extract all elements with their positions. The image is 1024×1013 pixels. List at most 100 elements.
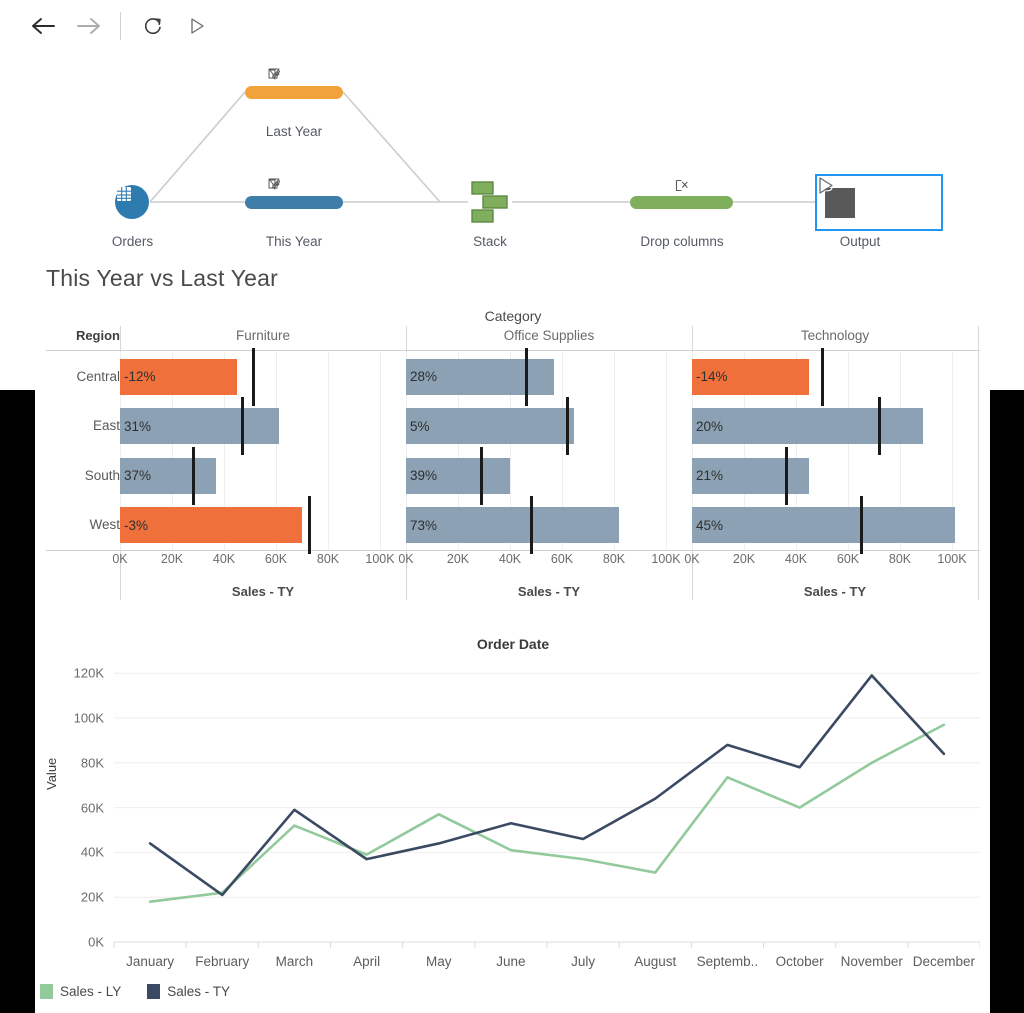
bullet-bar[interactable]: 5% bbox=[406, 408, 574, 444]
edit-field-icon bbox=[268, 68, 280, 80]
bullet-x-axis: 0K20K40K60K80K100K bbox=[120, 552, 406, 572]
arrow-left-icon bbox=[31, 16, 57, 36]
flow-node-orders-label: Orders bbox=[75, 234, 190, 249]
bullet-x-tick: 60K bbox=[837, 552, 859, 566]
line-chart-svg bbox=[46, 630, 980, 970]
line-y-tick: 120K bbox=[46, 666, 104, 681]
bullet-reference-line bbox=[308, 496, 311, 554]
bullet-bar[interactable]: 73% bbox=[406, 507, 619, 543]
bullet-bar[interactable]: 20% bbox=[692, 408, 923, 444]
legend-item[interactable]: Sales - LY bbox=[40, 984, 121, 999]
bullet-bar-label: 5% bbox=[406, 419, 430, 434]
bullet-bar-label: 20% bbox=[692, 419, 723, 434]
bullet-x-axis-title: Sales - TY bbox=[120, 584, 406, 599]
bullet-panel: -14% 20% 21% 45% bbox=[692, 352, 978, 550]
flow-node-last-year[interactable] bbox=[245, 86, 343, 99]
bullet-bar[interactable]: 45% bbox=[692, 507, 955, 543]
bullet-panel: 28% 5% 39% 73% bbox=[406, 352, 692, 550]
bullet-reference-line bbox=[241, 397, 244, 455]
bullet-x-tick: 40K bbox=[499, 552, 521, 566]
bullet-x-tick: 40K bbox=[785, 552, 807, 566]
chart-legend: Sales - LY Sales - TY bbox=[40, 980, 230, 1002]
bullet-x-axis-title: Sales - TY bbox=[692, 584, 978, 599]
bullet-gridline bbox=[380, 352, 381, 550]
bullet-reference-line bbox=[785, 447, 788, 505]
bullet-bar[interactable]: -14% bbox=[692, 359, 809, 395]
flow-canvas[interactable]: Orders Last Year This Year bbox=[0, 52, 1024, 257]
bullet-row-label: West bbox=[46, 517, 120, 533]
bullet-reference-line bbox=[566, 397, 569, 455]
forward-button[interactable] bbox=[66, 4, 110, 48]
play-icon bbox=[189, 17, 205, 35]
line-series[interactable] bbox=[150, 725, 944, 902]
bullet-x-tick: 80K bbox=[603, 552, 625, 566]
bullet-bar-label: 45% bbox=[692, 518, 723, 533]
bullet-x-tick: 100K bbox=[651, 552, 680, 566]
right-letterbox-band bbox=[990, 390, 1024, 1013]
page-title: This Year vs Last Year bbox=[46, 265, 278, 292]
flow-node-output-label: Output bbox=[800, 234, 920, 249]
bullet-bar-label: -12% bbox=[120, 369, 156, 384]
bullet-panel: -12% 31% 37% -3% bbox=[120, 352, 406, 550]
bullet-bar-label: 21% bbox=[692, 468, 723, 483]
bullet-panel-header: Office Supplies bbox=[406, 328, 692, 350]
bullet-bar[interactable]: 37% bbox=[120, 458, 216, 494]
legend-label: Sales - LY bbox=[60, 984, 121, 999]
line-x-tick: February bbox=[195, 954, 249, 969]
bullet-x-tick: 40K bbox=[213, 552, 235, 566]
bullet-reference-line bbox=[821, 348, 824, 406]
bullet-x-tick: 80K bbox=[317, 552, 339, 566]
bullet-bar-label: 31% bbox=[120, 419, 151, 434]
play-icon bbox=[817, 176, 834, 195]
flow-node-this-year-label: This Year bbox=[236, 234, 352, 249]
flow-node-drop-columns-label: Drop columns bbox=[623, 234, 741, 249]
line-y-tick: 100K bbox=[46, 711, 104, 726]
run-flow-button[interactable] bbox=[175, 4, 219, 48]
line-x-tick: July bbox=[571, 954, 595, 969]
bullet-bar[interactable]: 39% bbox=[406, 458, 510, 494]
line-series[interactable] bbox=[150, 675, 944, 895]
bullet-x-tick: 0K bbox=[684, 552, 699, 566]
back-button[interactable] bbox=[22, 4, 66, 48]
refresh-button[interactable] bbox=[131, 4, 175, 48]
bullet-bar-label: 37% bbox=[120, 468, 151, 483]
flow-node-drop-columns[interactable] bbox=[630, 196, 733, 209]
bullet-x-axis: 0K20K40K60K80K100K bbox=[692, 552, 978, 572]
line-x-tick: August bbox=[634, 954, 676, 969]
flow-node-this-year[interactable] bbox=[245, 196, 343, 209]
bullet-x-tick: 60K bbox=[551, 552, 573, 566]
bullet-bar[interactable]: -12% bbox=[120, 359, 237, 395]
flow-node-output[interactable] bbox=[815, 174, 943, 231]
bullet-x-tick: 20K bbox=[733, 552, 755, 566]
legend-item[interactable]: Sales - TY bbox=[147, 984, 230, 999]
bullet-gridline bbox=[328, 352, 329, 550]
line-x-tick: December bbox=[913, 954, 975, 969]
bullet-reference-line bbox=[878, 397, 881, 455]
bullet-bar[interactable]: 31% bbox=[120, 408, 279, 444]
line-y-tick: 80K bbox=[46, 755, 104, 770]
line-y-tick: 0K bbox=[46, 935, 104, 950]
union-icon bbox=[470, 180, 512, 226]
bullet-x-axis: 0K20K40K60K80K100K bbox=[406, 552, 692, 572]
line-x-tick: Septemb.. bbox=[697, 954, 759, 969]
flow-node-stack-label: Stack bbox=[432, 234, 548, 249]
bullet-x-tick: 100K bbox=[937, 552, 966, 566]
bullet-bar-label: 73% bbox=[406, 518, 437, 533]
remove-column-icon bbox=[675, 179, 688, 192]
line-x-tick: April bbox=[353, 954, 380, 969]
flow-node-orders[interactable] bbox=[115, 185, 149, 219]
bullet-reference-line bbox=[252, 348, 255, 406]
line-x-tick: June bbox=[496, 954, 525, 969]
bullet-panel-header: Technology bbox=[692, 328, 978, 350]
region-column-header: Region bbox=[46, 328, 120, 350]
bullet-bar[interactable]: -3% bbox=[120, 507, 302, 543]
panel-divider bbox=[978, 326, 979, 600]
bullet-bar[interactable]: 21% bbox=[692, 458, 809, 494]
bullet-x-tick: 20K bbox=[447, 552, 469, 566]
order-date-line-chart: Order Date Value 0K20K40K60K80K100K120KJ… bbox=[46, 630, 980, 970]
bullet-reference-line bbox=[860, 496, 863, 554]
bullet-bar[interactable]: 28% bbox=[406, 359, 554, 395]
line-x-tick: May bbox=[426, 954, 452, 969]
bullet-x-axis-title: Sales - TY bbox=[406, 584, 692, 599]
bullet-x-tick: 100K bbox=[365, 552, 394, 566]
